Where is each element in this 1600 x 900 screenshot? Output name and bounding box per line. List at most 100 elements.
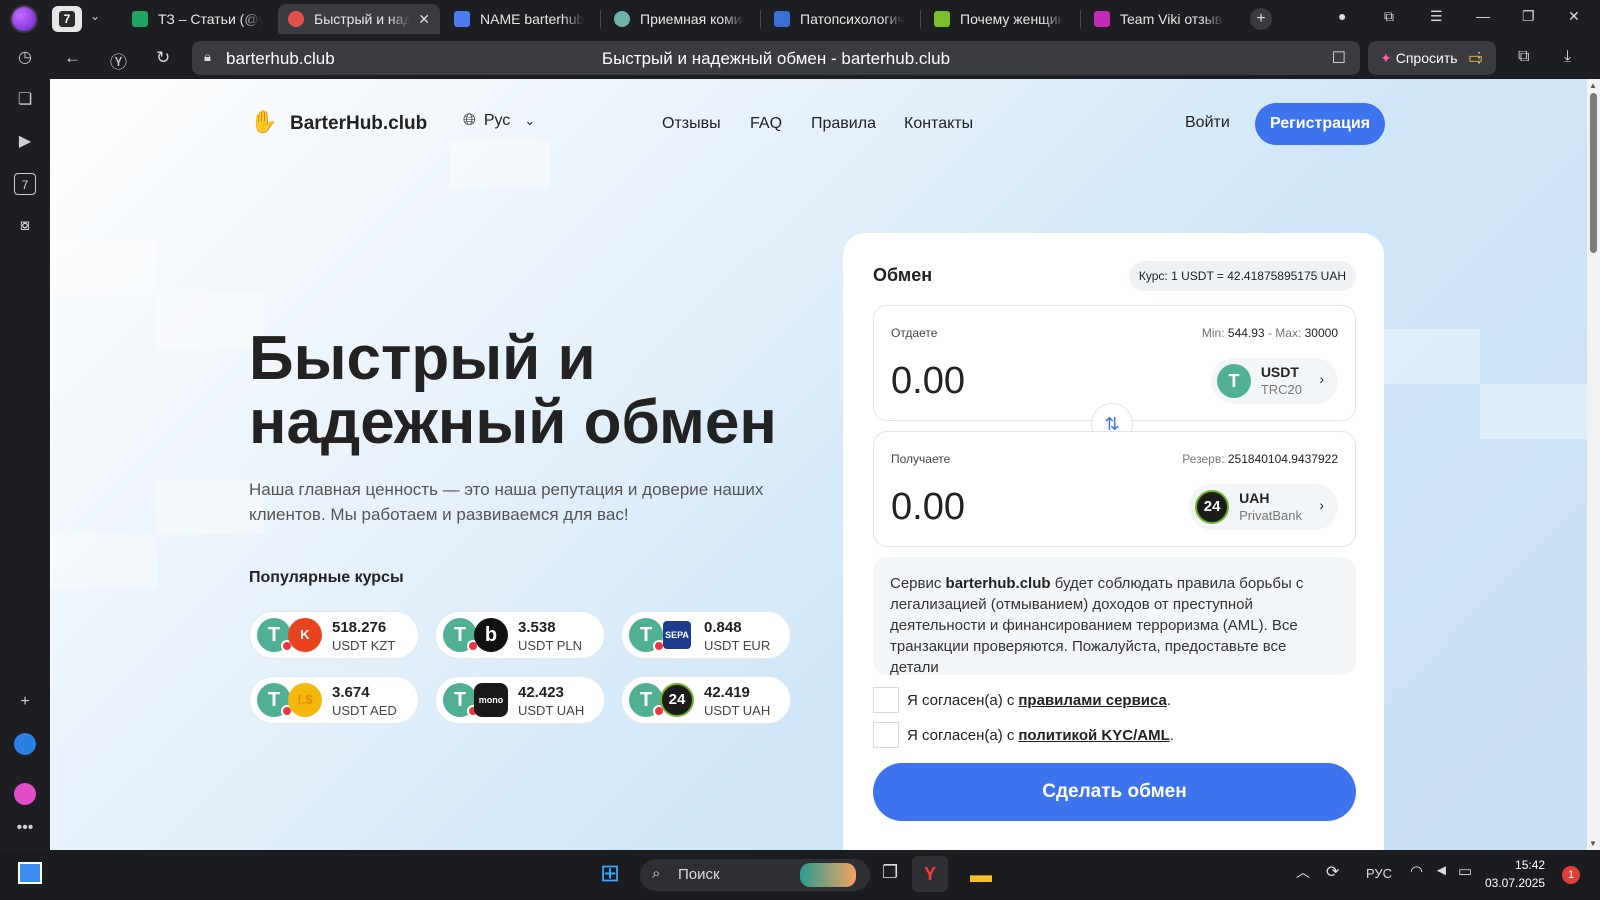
close-window-icon[interactable]: ✕ — [1568, 8, 1580, 25]
make-exchange-button[interactable]: Сделать обмен — [873, 763, 1356, 821]
task-view-icon[interactable]: ❐ — [882, 862, 898, 883]
file-explorer-icon[interactable]: ▬ — [970, 862, 992, 888]
get-amount-input[interactable]: 0.00 — [891, 486, 965, 529]
tab-pathopsychology[interactable]: Патопсихологиче — [764, 4, 914, 34]
exchange-card: Обмен Курс: 1 USDT = 42.41875895175 UAH … — [843, 233, 1384, 850]
clock[interactable]: 15:42 03.07.2025 — [1485, 856, 1545, 892]
yandex-icon[interactable]: Ⓨ — [110, 48, 127, 73]
input-language[interactable]: РУС — [1366, 866, 1392, 881]
close-icon[interactable]: ✕ — [418, 11, 430, 28]
kyc-aml-link[interactable]: политикой KYC/AML — [1018, 727, 1169, 744]
browser-app-icon[interactable] — [14, 733, 36, 755]
screenshot-icon[interactable]: ⧇ — [14, 215, 36, 237]
scroll-thumb[interactable] — [1590, 93, 1597, 253]
tab-title: NAME barterhub - — [480, 11, 584, 27]
notification-badge[interactable]: 1 — [1562, 866, 1580, 884]
volume-icon[interactable]: ◄ — [1434, 862, 1449, 879]
tab-why-women[interactable]: Почему женщины — [924, 4, 1074, 34]
battery-saver-icon[interactable]: ▭ — [1468, 48, 1483, 68]
scroll-down-icon[interactable]: ▼ — [1589, 839, 1597, 848]
give-amount-input[interactable]: 0.00 — [891, 360, 965, 403]
give-currency-selector[interactable]: T USDT TRC20 › — [1210, 358, 1338, 404]
tab-group-icon[interactable]: 7 — [14, 173, 36, 195]
search-highlight-image — [800, 863, 856, 887]
url-field[interactable]: 🔒︎ barterhub.club Быстрый и надежный обм… — [192, 41, 1360, 75]
tab-name-barterhub[interactable]: NAME barterhub - — [444, 4, 594, 34]
chevron-right-icon: › — [1319, 371, 1324, 387]
back-icon[interactable]: ← — [64, 48, 81, 68]
site-logo[interactable]: ✋ BarterHub.club — [250, 109, 427, 139]
tab-group-counter[interactable]: 7 — [52, 6, 82, 32]
agree-kyc-checkbox[interactable] — [873, 722, 899, 748]
rate-card-usdt-pln[interactable]: T b 3.538 USDT PLN — [435, 611, 605, 659]
restore-icon[interactable]: ❐ — [1522, 8, 1535, 25]
login-link[interactable]: Войти — [1185, 114, 1230, 132]
docs-icon — [454, 11, 470, 27]
collections-icon[interactable]: ⧉ — [1384, 8, 1394, 25]
tab-divider — [920, 10, 921, 28]
assistant-app-icon[interactable] — [14, 783, 36, 805]
bg-checker — [50, 534, 157, 589]
wifi-icon[interactable]: ◠ — [1410, 862, 1423, 880]
history-icon[interactable]: ◷ — [14, 47, 36, 69]
tab-barterhub[interactable]: Быстрый и над ✕ — [278, 4, 440, 34]
collections-icon[interactable]: ❏ — [14, 89, 36, 111]
more-icon[interactable]: ••• — [14, 817, 36, 839]
sync-icon[interactable]: ⟳ — [1326, 862, 1339, 882]
battery-icon[interactable]: ▭ — [1458, 862, 1472, 880]
tab-team-viki[interactable]: Team Viki отзывы — [1084, 4, 1234, 34]
blik-icon: b — [474, 618, 508, 652]
privatbank-icon: 24 — [1195, 490, 1230, 524]
chevron-down-icon[interactable]: ⌄ — [90, 9, 100, 23]
profile-icon[interactable]: ● — [1338, 8, 1346, 24]
widgets-icon[interactable] — [18, 862, 42, 884]
aml-notice: Сервис barterhub.club будет соблюдать пр… — [873, 557, 1356, 675]
tab-admission[interactable]: Приемная комисс — [604, 4, 754, 34]
downloads-manager-icon[interactable]: ⧉ — [1518, 48, 1529, 66]
nav-faq[interactable]: FAQ — [750, 115, 782, 133]
nav-reviews[interactable]: Отзывы — [662, 115, 721, 133]
reload-icon[interactable]: ↻ — [156, 48, 170, 68]
bookmark-icon[interactable]: ☐ — [1332, 48, 1346, 68]
alice-assistant-icon[interactable] — [10, 5, 38, 33]
hero-subtitle: Наша главная ценность — это наша репутац… — [249, 480, 764, 524]
rate-card-usdt-kzt[interactable]: T K 518.276 USDT KZT — [249, 611, 419, 659]
tab-ts-articles[interactable]: ТЗ – Статьи (@ya — [122, 4, 272, 34]
nav-contacts[interactable]: Контакты — [904, 115, 973, 133]
agree-rules-checkbox[interactable] — [873, 687, 899, 713]
tether-icon: T — [257, 618, 293, 652]
rate-card-usdt-uah-mono[interactable]: T mono 42.423 USDT UAH — [435, 676, 605, 724]
language-label: Рус — [483, 112, 511, 129]
rate-value: 42.419 — [704, 684, 750, 701]
menu-icon[interactable]: ☰ — [1430, 8, 1443, 25]
yandex-browser-taskbar-icon[interactable]: Y — [912, 856, 948, 892]
chevron-up-icon[interactable]: ︿ — [1296, 862, 1310, 882]
new-tab-button[interactable]: + — [1250, 8, 1272, 30]
page-title: Быстрый и надежный обмен - barterhub.clu… — [601, 49, 951, 68]
windows-start-icon[interactable]: ⊞ — [600, 859, 620, 888]
taskbar-search[interactable]: ⌕ Поиск — [640, 859, 870, 891]
language-selector[interactable]: 🌐︎ Рус ⌄ — [463, 112, 535, 130]
site-favicon — [614, 11, 630, 27]
get-network: PrivatBank — [1239, 508, 1302, 523]
minimize-icon[interactable]: — — [1476, 8, 1490, 24]
rules-link[interactable]: правилами сервиса — [1018, 692, 1167, 709]
bg-checker — [1380, 329, 1480, 384]
nav-rules[interactable]: Правила — [811, 115, 876, 133]
scroll-up-icon[interactable]: ▲ — [1589, 81, 1597, 90]
rate-card-usdt-aed[interactable]: T !.$ 3.674 USDT AED — [249, 676, 419, 724]
get-currency-selector[interactable]: 24 UAH PrivatBank › — [1189, 484, 1338, 530]
rate-card-usdt-uah-privat[interactable]: T 24 42.419 USDT UAH — [621, 676, 791, 724]
globe-icon: 🌐︎ — [463, 112, 476, 129]
page-scrollbar[interactable]: ▲ ▼ — [1587, 79, 1600, 850]
add-icon[interactable]: + — [14, 691, 36, 713]
download-icon[interactable]: ⤓ — [1564, 48, 1571, 66]
tab-title: Патопсихологиче — [800, 11, 904, 27]
video-icon[interactable]: ▶ — [14, 131, 36, 153]
agree-rules: Я согласен(а) с правилами сервиса. — [873, 687, 1171, 713]
rate-card-usdt-eur[interactable]: T SEPA 0.848 USDT EUR — [621, 611, 791, 659]
bg-checker — [450, 139, 550, 189]
bg-checker — [1480, 384, 1587, 439]
register-button[interactable]: Регистрация — [1255, 103, 1385, 145]
tab-title: ТЗ – Статьи (@ya — [158, 11, 262, 27]
